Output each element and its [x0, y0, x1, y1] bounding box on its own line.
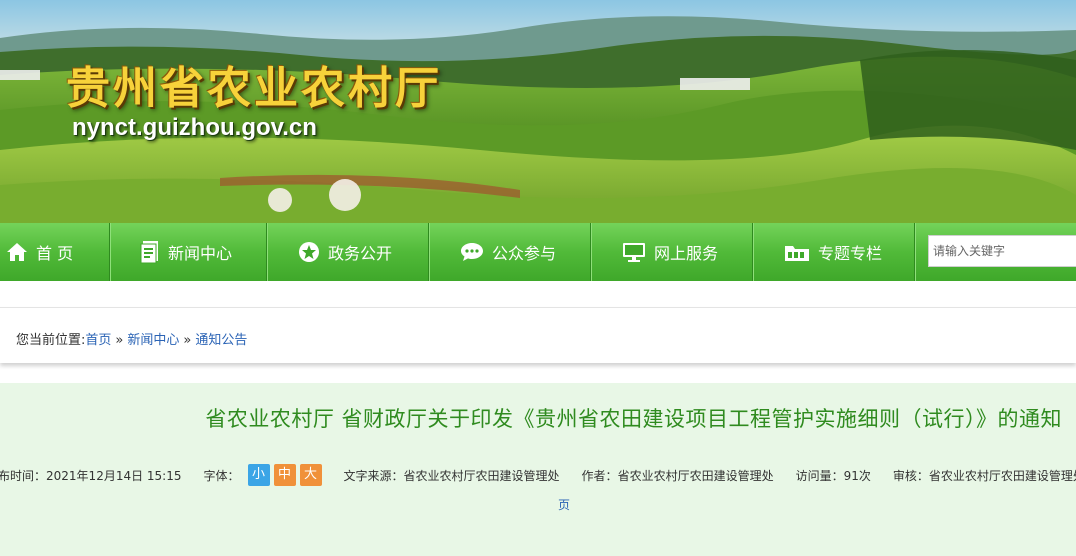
nav-item-label: 公众参与	[492, 244, 557, 263]
article-meta: 发布时间： 2021年12月14日 15:15 字体： 小 中 大 文字来源： …	[0, 463, 1076, 487]
nav-item-label: 专题专栏	[818, 244, 883, 263]
main-nav: 首 页 新闻中心 政务公开 公众参与 网上服务 专题专栏	[0, 223, 1076, 281]
reviewer-value: 省农业农村厅农田建设管理处	[928, 468, 1076, 483]
site-domain: nynct.guizhou.gov.cn	[72, 114, 317, 141]
nav-item-home[interactable]: 首 页	[6, 223, 73, 281]
author-value: 省农业农村厅农田建设管理处	[617, 468, 774, 483]
publish-time-label: 发布时间：	[0, 468, 47, 483]
views-value: 91次	[843, 468, 871, 483]
header-banner: 贵州省农业农村厅 nynct.guizhou.gov.cn	[0, 0, 1076, 223]
site-title: 贵州省农业农村厅	[66, 63, 442, 114]
views-label: 访问量：	[795, 468, 844, 483]
chat-bubble-icon	[461, 243, 483, 261]
nav-divider	[266, 223, 268, 281]
spacer	[0, 281, 1076, 307]
breadcrumb-news-link[interactable]: 新闻中心	[127, 333, 179, 348]
nav-item-label: 首 页	[36, 244, 74, 263]
home-icon	[7, 243, 27, 261]
article-title: 省农业农村厅 省财政厅关于印发《贵州省农田建设项目工程管护实施细则（试行）》的通…	[205, 407, 1062, 431]
breadcrumb-separator: »	[115, 333, 124, 348]
font-small-button[interactable]: 小	[247, 464, 270, 486]
star-icon	[299, 242, 319, 262]
font-medium-button[interactable]: 中	[273, 464, 296, 486]
nav-item-government-affairs[interactable]: 政务公开	[298, 223, 392, 281]
nav-item-news[interactable]: 新闻中心	[140, 223, 232, 281]
nav-divider	[428, 223, 430, 281]
nav-item-special-topics[interactable]: 专题专栏	[784, 223, 882, 281]
folder-icon	[785, 246, 809, 261]
source-label: 文字来源：	[343, 468, 404, 483]
page-link[interactable]: 页	[558, 496, 570, 513]
nav-item-label: 新闻中心	[168, 244, 233, 263]
nav-divider	[109, 223, 111, 281]
author-label: 作者：	[581, 468, 618, 483]
publish-time: 2021年12月14日 15:15	[46, 468, 182, 483]
nav-divider	[914, 223, 916, 281]
nav-divider	[590, 223, 592, 281]
font-size-label: 字体：	[203, 468, 240, 483]
nav-item-online-services[interactable]: 网上服务	[622, 223, 718, 281]
breadcrumb-bar: 您当前位置:首页» 新闻中心» 通知公告	[0, 307, 1076, 363]
nav-item-public-participation[interactable]: 公众参与	[460, 223, 556, 281]
nav-divider	[752, 223, 754, 281]
breadcrumb-separator: »	[183, 333, 192, 348]
breadcrumb: 您当前位置:首页» 新闻中心» 通知公告	[16, 329, 247, 348]
reviewer-label: 审核：	[892, 468, 929, 483]
monitor-icon	[623, 243, 645, 262]
document-icon	[140, 241, 158, 264]
nav-item-label: 政务公开	[328, 244, 393, 263]
breadcrumb-prefix: 您当前位置:	[16, 333, 86, 348]
breadcrumb-notices-link[interactable]: 通知公告	[195, 333, 247, 348]
source-value: 省农业农村厅农田建设管理处	[403, 468, 560, 483]
search-input[interactable]	[928, 235, 1076, 267]
nav-item-label: 网上服务	[654, 244, 719, 263]
font-large-button[interactable]: 大	[299, 464, 322, 486]
article-panel: 省农业农村厅 省财政厅关于印发《贵州省农田建设项目工程管护实施细则（试行）》的通…	[0, 383, 1076, 556]
breadcrumb-home-link[interactable]: 首页	[85, 333, 111, 348]
